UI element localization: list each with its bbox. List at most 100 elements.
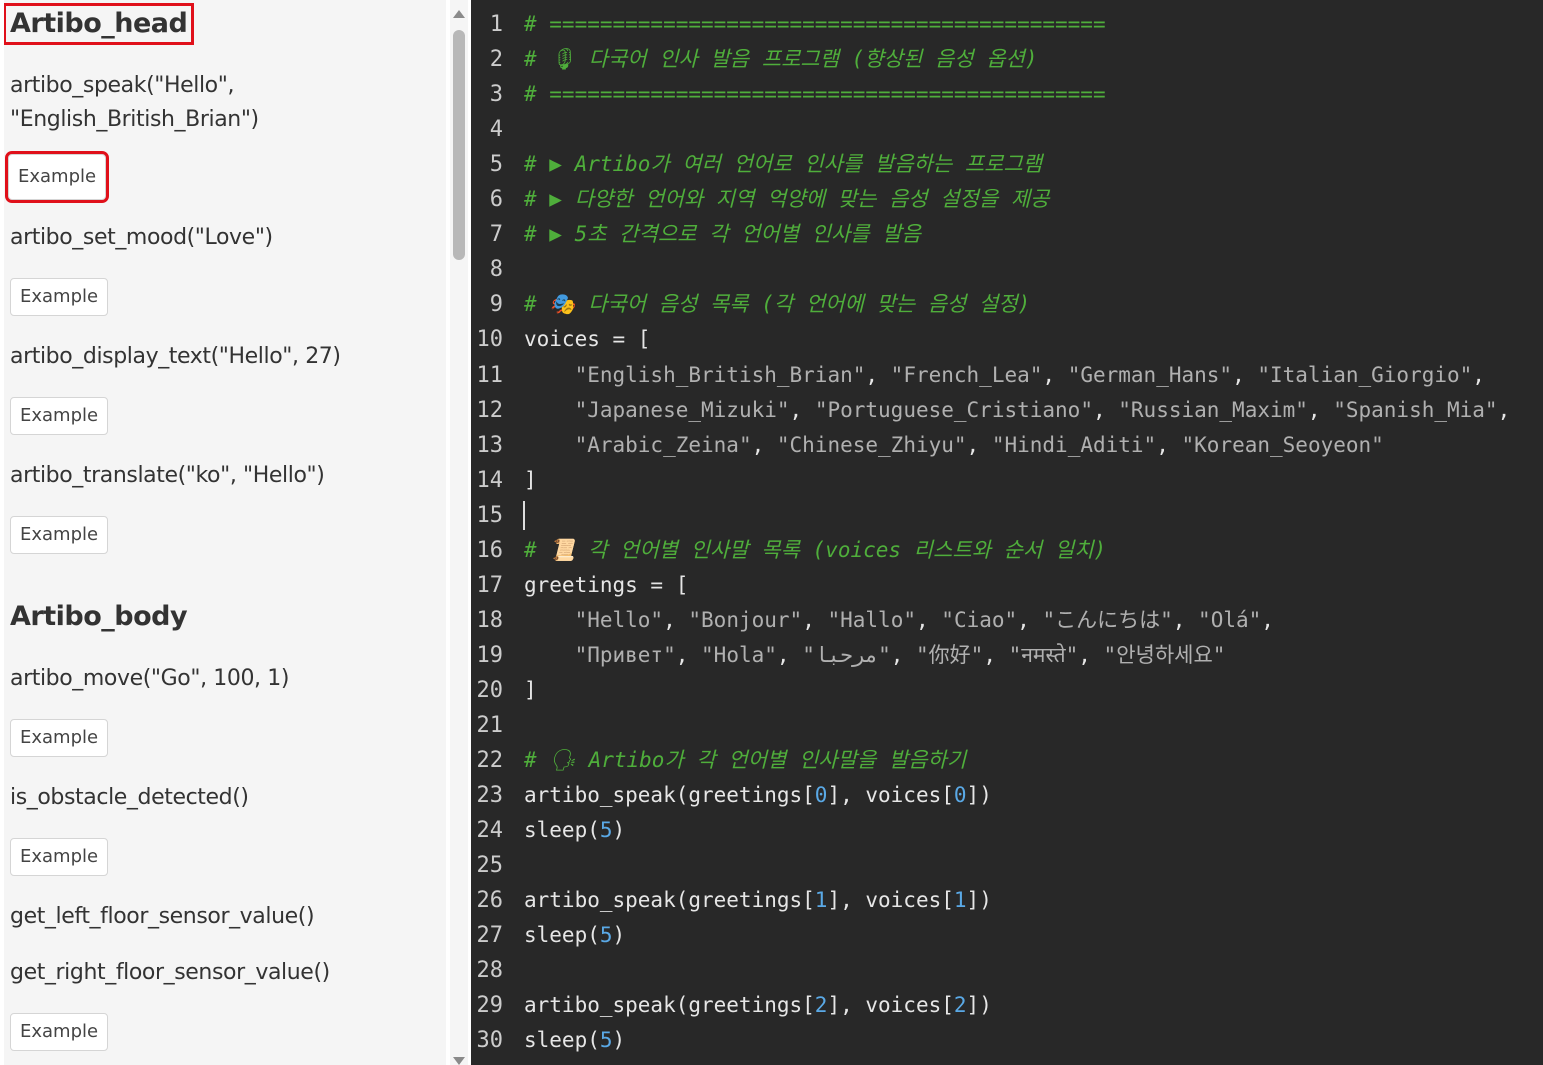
code-line[interactable]: 24 sleep(5) <box>471 813 1543 848</box>
example-button-artibo-set-mood[interactable]: Example <box>10 278 109 316</box>
code-comment: # ▶ 5초 간격으로 각 언어별 인사를 발음 <box>524 222 921 247</box>
line-number: 6 <box>489 187 503 213</box>
example-button-artibo-speak[interactable]: Example <box>4 151 110 203</box>
function-artibo-speak-line2: "English_British_Brian") <box>10 107 259 132</box>
code-line[interactable]: 29 artibo_speak(greetings[2], voices[2]) <box>471 988 1543 1023</box>
code-comment: # 🗣 Artibo가 각 언어별 인사말을 발음하기 <box>524 748 967 773</box>
code-string: "Hallo" <box>827 607 916 632</box>
code-text: artibo_speak(greetings[2], voices[2]) <box>524 988 992 1023</box>
code-line[interactable]: 15 <box>471 498 1543 533</box>
scroll-up-arrow-icon[interactable] <box>453 10 465 18</box>
code-line[interactable]: 8 <box>471 252 1543 287</box>
code-line[interactable]: 30 sleep(5) <box>471 1023 1543 1058</box>
line-number: 20 <box>476 677 504 703</box>
line-number: 25 <box>476 853 504 879</box>
code-text: # ======================================… <box>524 77 1106 112</box>
code-token: , <box>1172 607 1199 632</box>
function-is-obstacle-detected: is_obstacle_detected() <box>10 785 249 810</box>
example-button-is-obstacle-detected[interactable]: Example <box>10 838 109 876</box>
code-string: "Arabic_Zeina" <box>574 432 752 457</box>
code-string: "Spanish_Mia" <box>1333 397 1498 422</box>
line-number: 17 <box>476 572 504 598</box>
code-string: "Hindi_Aditi" <box>991 432 1157 457</box>
code-text: artibo_speak(greetings[0], voices[0]) <box>524 778 992 813</box>
code-line[interactable]: 7 # ▶ 5초 간격으로 각 언어별 인사를 발음 <box>471 217 1543 252</box>
code-token: , <box>751 432 777 457</box>
code-token: ]) <box>966 888 992 913</box>
code-line[interactable]: 28 <box>471 953 1543 988</box>
sidebar-scrollbar[interactable] <box>450 0 468 1065</box>
code-comment: # ======================================… <box>524 12 1106 36</box>
line-number: 16 <box>476 537 504 563</box>
code-string: "German_Hans" <box>1067 362 1233 387</box>
code-token: artibo_speak(greetings[ <box>524 783 815 808</box>
function-artibo-translate: artibo_translate("ko", "Hello") <box>10 463 325 488</box>
code-line[interactable]: 22 # 🗣 Artibo가 각 언어별 인사말을 발음하기 <box>471 743 1543 778</box>
code-string: "مرحبا" <box>802 642 891 667</box>
scrollbar-thumb[interactable] <box>453 30 465 260</box>
code-line[interactable]: 14] <box>471 463 1543 498</box>
code-line[interactable]: 27 sleep(5) <box>471 918 1543 953</box>
code-string: "안녕하세요" <box>1103 642 1226 667</box>
code-line[interactable]: 26 artibo_speak(greetings[1], voices[1]) <box>471 883 1543 918</box>
code-line[interactable]: 5 # ▶ Artibo가 여러 언어로 인사를 발음하는 프로그램 <box>471 147 1543 182</box>
code-line[interactable]: 1 # =====================================… <box>471 7 1543 42</box>
code-token: ], voices[ <box>827 993 954 1018</box>
line-number: 4 <box>489 117 503 143</box>
code-token: sleep( <box>524 923 600 948</box>
code-line[interactable]: 20] <box>471 673 1543 708</box>
code-line[interactable]: 11 "English_British_Brian", "French_Lea"… <box>471 358 1543 393</box>
code-token: ) <box>612 818 626 843</box>
code-text: sleep(5) <box>524 813 625 848</box>
code-line[interactable]: 4 <box>471 112 1543 147</box>
code-line[interactable]: 23 artibo_speak(greetings[0], voices[0]) <box>471 778 1543 813</box>
code-editor[interactable]: 1 # =====================================… <box>471 0 1543 1065</box>
code-text: # ▶ Artibo가 여러 언어로 인사를 발음하는 프로그램 <box>524 147 1042 182</box>
code-string: "Chinese_Zhiyu" <box>776 432 967 457</box>
code-number: 0 <box>953 783 967 808</box>
code-string: "Korean_Seoyeon" <box>1181 432 1384 457</box>
code-comment: # 🎙 다국어 인사 발음 프로그램 (향상된 음성 옵션) <box>524 47 1038 72</box>
code-token: ], voices[ <box>827 888 954 913</box>
example-button-artibo-move[interactable]: Example <box>10 719 109 757</box>
example-button-artibo-display-text[interactable]: Example <box>10 397 109 435</box>
code-comment: # 📜 각 언어별 인사말 목록 (voices 리스트와 순서 일치) <box>524 537 1107 562</box>
code-comment: # 🎭 다국어 음성 목록 (각 언어에 맞는 음성 설정) <box>524 292 1031 317</box>
scroll-down-arrow-icon[interactable] <box>453 1057 465 1065</box>
code-text: sleep(5) <box>524 1023 625 1058</box>
code-line[interactable]: 9 # 🎭 다국어 음성 목록 (각 언어에 맞는 음성 설정) <box>471 287 1543 322</box>
line-number: 30 <box>476 1028 504 1054</box>
code-text: # 🗣 Artibo가 각 언어별 인사말을 발음하기 <box>524 743 966 778</box>
code-line[interactable]: 6 # ▶ 다양한 언어와 지역 억양에 맞는 음성 설정을 제공 <box>471 182 1543 217</box>
line-number: 11 <box>476 362 504 388</box>
code-line[interactable]: 16 # 📜 각 언어별 인사말 목록 (voices 리스트와 순서 일치) <box>471 533 1543 568</box>
code-number: 0 <box>814 783 828 808</box>
code-number: 5 <box>599 1028 613 1053</box>
code-line[interactable]: 17 greetings = [ <box>471 568 1543 603</box>
code-line[interactable]: 2 # 🎙 다국어 인사 발음 프로그램 (향상된 음성 옵션) <box>471 42 1543 77</box>
code-line[interactable]: 12 "Japanese_Mizuki", "Portuguese_Cristi… <box>471 393 1543 428</box>
code-string: "こんにちは" <box>1042 607 1173 632</box>
code-line[interactable]: 10 voices = [ <box>471 322 1543 357</box>
code-line[interactable]: 13 "Arabic_Zeina", "Chinese_Zhiyu", "Hin… <box>471 428 1543 463</box>
code-token: , <box>776 642 803 667</box>
code-line[interactable]: 21 <box>471 708 1543 743</box>
code-token: ] <box>524 467 537 492</box>
code-token: , <box>675 642 702 667</box>
example-button-artibo-translate[interactable]: Example <box>10 516 109 554</box>
line-number: 26 <box>476 888 504 914</box>
code-line[interactable]: 18 "Hello", "Bonjour", "Hallo", "Ciao", … <box>471 603 1543 638</box>
line-number: 13 <box>476 432 504 458</box>
code-line[interactable]: 19 "Привет", "Hola", "مرحبا", "你好", "नमस… <box>471 638 1543 673</box>
line-number: 18 <box>476 607 504 633</box>
code-text: "Привет", "Hola", "مرحبا", "你好", "नमस्ते… <box>524 638 1226 673</box>
line-number: 2 <box>489 47 503 73</box>
code-string: "नमस्ते" <box>1008 642 1079 667</box>
code-token: , <box>1042 362 1068 387</box>
code-line[interactable]: 3 # =====================================… <box>471 77 1543 112</box>
code-string: "English_British_Brian" <box>574 362 866 387</box>
code-string: "Bonjour" <box>688 607 803 632</box>
example-button-floor-sensor[interactable]: Example <box>10 1013 109 1051</box>
code-line[interactable]: 25 <box>471 848 1543 883</box>
